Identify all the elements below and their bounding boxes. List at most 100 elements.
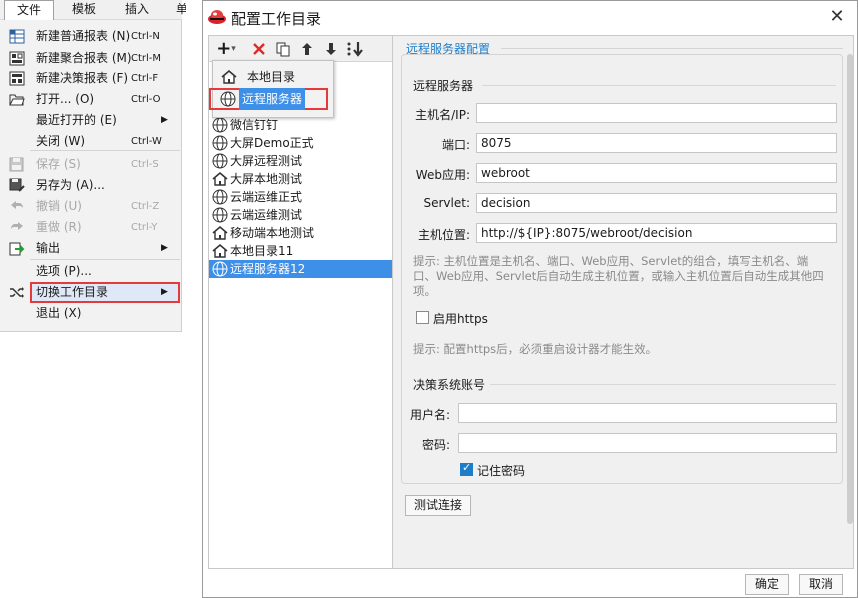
port-label: 端口: bbox=[441, 138, 470, 152]
menu-item-label: 新建聚合报表 (M) bbox=[36, 51, 132, 65]
host-input[interactable] bbox=[476, 103, 837, 123]
tree-item-cloud-prod[interactable]: 云端运维正式 bbox=[209, 188, 392, 206]
menu-item-label: 打开... (O) bbox=[36, 92, 95, 106]
menu-item-undo[interactable]: 撤销 (U) Ctrl-Z bbox=[0, 196, 182, 217]
password-input[interactable] bbox=[458, 433, 837, 453]
username-input[interactable] bbox=[458, 403, 837, 423]
remote-server-config-panel: 远程服务器配置 远程服务器 主机名/IP: 端口: 8075 Web应用: we… bbox=[401, 36, 847, 568]
tree-item-label: 云端运维正式 bbox=[230, 190, 303, 204]
home-icon bbox=[212, 225, 228, 240]
menu-item-new-normal-report[interactable]: 新建普通报表 (N) Ctrl-N bbox=[0, 26, 182, 47]
menu-item-exit[interactable]: 退出 (X) bbox=[0, 303, 182, 324]
tree-item-label: 远程服务器12 bbox=[230, 262, 306, 276]
menu-item-label: 撤销 (U) bbox=[36, 199, 82, 213]
password-label: 密码: bbox=[421, 438, 450, 452]
host-hint-line-1: 提示: 主机位置是主机名、端口、Web应用、Servlet的组合，填写主机名、端 bbox=[413, 254, 809, 268]
config-group: 远程服务器 主机名/IP: 端口: 8075 Web应用: webroot Se… bbox=[401, 54, 843, 484]
add-button[interactable]: + ▾ bbox=[213, 39, 239, 59]
popup-item-label: 本地目录 bbox=[247, 70, 296, 84]
tree-item-mobile-local[interactable]: 移动端本地测试 bbox=[209, 224, 392, 242]
host-location-input[interactable]: http://${IP}:8075/webroot/decision bbox=[476, 223, 837, 243]
menu-item-new-decision-report[interactable]: 新建决策报表 (F) Ctrl-F bbox=[0, 68, 182, 89]
submenu-arrow-icon: ▶ bbox=[161, 115, 168, 125]
decision-report-icon bbox=[9, 71, 25, 86]
dialog-titlebar: 配置工作目录 ✕ bbox=[203, 1, 857, 35]
save-icon bbox=[9, 157, 24, 172]
tree-item-label: 大屏本地测试 bbox=[230, 172, 303, 186]
menu-item-save-as[interactable]: 另存为 (A)... bbox=[0, 175, 182, 196]
popup-item-local-dir[interactable]: 本地目录 bbox=[213, 66, 333, 88]
scrollbar[interactable] bbox=[846, 54, 854, 534]
menu-cell-partial[interactable]: 单 bbox=[176, 0, 186, 20]
tree-item-label: 大屏远程测试 bbox=[230, 154, 303, 168]
menu-item-close[interactable]: 关闭 (W) Ctrl-W bbox=[0, 131, 182, 152]
menu-item-new-aggregate-report[interactable]: 新建聚合报表 (M) Ctrl-M bbox=[0, 48, 182, 69]
globe-icon bbox=[212, 261, 228, 277]
globe-icon bbox=[212, 117, 228, 133]
menu-item-open[interactable]: 打开... (O) Ctrl-O bbox=[0, 89, 182, 110]
port-input[interactable]: 8075 bbox=[476, 133, 837, 153]
aggregate-report-icon bbox=[9, 51, 25, 66]
test-connection-button[interactable]: 测试连接 bbox=[405, 495, 471, 516]
menu-item-save[interactable]: 保存 (S) Ctrl-S bbox=[0, 154, 182, 175]
plus-icon: + bbox=[216, 38, 232, 59]
host-hint-line-3: 项。 bbox=[413, 284, 436, 298]
sort-button[interactable] bbox=[345, 39, 365, 59]
sort-icon bbox=[347, 42, 363, 57]
tree-item-wechat[interactable]: 微信钉钉 bbox=[209, 116, 392, 134]
menu-insert[interactable]: 插入 bbox=[112, 0, 162, 20]
menu-template[interactable]: 模板 bbox=[58, 0, 110, 20]
menu-item-label: 新建决策报表 (F) bbox=[36, 71, 129, 85]
menu-item-shortcut: Ctrl-F bbox=[131, 73, 159, 84]
delete-button[interactable] bbox=[249, 39, 269, 59]
tree-item-bigscreen-remote[interactable]: 大屏远程测试 bbox=[209, 152, 392, 170]
menu-file[interactable]: 文件 bbox=[4, 0, 54, 21]
tree-item-bigscreen-local[interactable]: 大屏本地测试 bbox=[209, 170, 392, 188]
home-icon bbox=[212, 243, 228, 258]
tree-item-label: 大屏Demo正式 bbox=[230, 136, 314, 150]
https-checkbox[interactable] bbox=[416, 311, 429, 324]
popup-item-remote-server[interactable]: 远程服务器 bbox=[209, 88, 328, 110]
copy-button[interactable] bbox=[273, 39, 293, 59]
host-label: 主机名/IP: bbox=[415, 108, 470, 122]
globe-icon bbox=[220, 91, 236, 107]
menu-item-label: 切换工作目录 bbox=[36, 285, 109, 299]
menu-item-label: 新建普通报表 (N) bbox=[36, 29, 131, 43]
scrollbar-thumb[interactable] bbox=[847, 54, 853, 524]
move-up-button[interactable] bbox=[297, 39, 317, 59]
https-hint: 提示: 配置https后，必须重启设计器才能生效。 bbox=[413, 342, 658, 356]
menu-item-export[interactable]: 输出 ▶ bbox=[0, 238, 182, 259]
servlet-input[interactable]: decision bbox=[476, 193, 837, 213]
tree-item-local-11[interactable]: 本地目录11 bbox=[209, 242, 392, 260]
menu-item-label: 重做 (R) bbox=[36, 220, 82, 234]
section-account-title: 决策系统账号 bbox=[413, 378, 486, 392]
menu-item-shortcut: Ctrl-N bbox=[131, 31, 160, 42]
redo-icon bbox=[11, 222, 23, 230]
close-icon[interactable]: ✕ bbox=[825, 5, 849, 29]
divider bbox=[501, 48, 843, 49]
tree-item-bigscreen-demo[interactable]: 大屏Demo正式 bbox=[209, 134, 392, 152]
file-menu: 新建普通报表 (N) Ctrl-N 新建聚合报表 (M) Ctrl-M 新建决策… bbox=[0, 20, 182, 332]
menu-item-label: 最近打开的 (E) bbox=[36, 113, 117, 127]
menu-item-redo[interactable]: 重做 (R) Ctrl-Y bbox=[0, 217, 182, 238]
remember-password-checkbox[interactable] bbox=[460, 461, 473, 476]
menu-item-recent[interactable]: 最近打开的 (E) ▶ bbox=[0, 110, 182, 131]
arrow-down-icon bbox=[326, 43, 336, 55]
webapp-input[interactable]: webroot bbox=[476, 163, 837, 183]
tree-item-label: 微信钉钉 bbox=[230, 118, 279, 132]
menu-item-label: 退出 (X) bbox=[36, 306, 82, 320]
menu-item-options[interactable]: 选项 (P)... bbox=[0, 261, 182, 282]
save-as-icon bbox=[9, 178, 25, 192]
ok-button[interactable]: 确定 bbox=[745, 574, 789, 595]
menu-divider bbox=[30, 150, 180, 151]
arrow-up-icon bbox=[302, 43, 312, 55]
cancel-button[interactable]: 取消 bbox=[799, 574, 843, 595]
globe-icon bbox=[212, 207, 228, 223]
tree-item-cloud-test[interactable]: 云端运维测试 bbox=[209, 206, 392, 224]
menu-item-switch-workdir[interactable]: 切换工作目录 ▶ bbox=[30, 282, 180, 303]
home-icon bbox=[212, 171, 228, 186]
tree-item-label: 云端运维测试 bbox=[230, 208, 303, 222]
menu-item-shortcut: Ctrl-Y bbox=[131, 222, 158, 233]
move-down-button[interactable] bbox=[321, 39, 341, 59]
tree-item-remote-12[interactable]: 远程服务器12 bbox=[209, 260, 392, 278]
